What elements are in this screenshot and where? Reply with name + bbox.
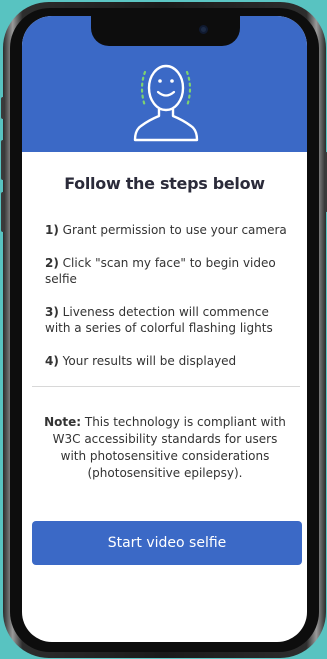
divider xyxy=(32,386,300,387)
list-item: 4) Your results will be displayed xyxy=(45,353,295,369)
silent-switch xyxy=(1,97,5,119)
step-text: Your results will be displayed xyxy=(62,354,237,368)
note-text: Note: This technology is compliant with … xyxy=(40,414,290,482)
start-video-selfie-button[interactable]: Start video selfie xyxy=(32,521,302,565)
step-text: Liveness detection will commence with a … xyxy=(45,305,273,335)
note-label: Note: xyxy=(44,415,82,429)
steps-list: 1) Grant permission to use your camera 2… xyxy=(45,222,295,386)
app-screen: Follow the steps below 1) Grant permissi… xyxy=(22,16,307,642)
note-body: This technology is compliant with W3C ac… xyxy=(52,415,286,480)
step-number: 2) xyxy=(45,256,59,270)
phone-notch xyxy=(91,16,240,46)
list-item: 2) Click "scan my face" to begin video s… xyxy=(45,255,295,287)
volume-down-button xyxy=(1,192,5,232)
list-item: 3) Liveness detection will commence with… xyxy=(45,304,295,336)
step-number: 4) xyxy=(45,354,59,368)
volume-up-button xyxy=(1,140,5,180)
step-text: Click "scan my face" to begin video self… xyxy=(45,256,276,286)
page-title: Follow the steps below xyxy=(64,174,265,193)
step-text: Grant permission to use your camera xyxy=(62,223,287,237)
step-number: 3) xyxy=(45,305,59,319)
list-item: 1) Grant permission to use your camera xyxy=(45,222,295,238)
face-scan-icon xyxy=(133,64,199,142)
front-camera xyxy=(199,25,208,34)
step-number: 1) xyxy=(45,223,59,237)
